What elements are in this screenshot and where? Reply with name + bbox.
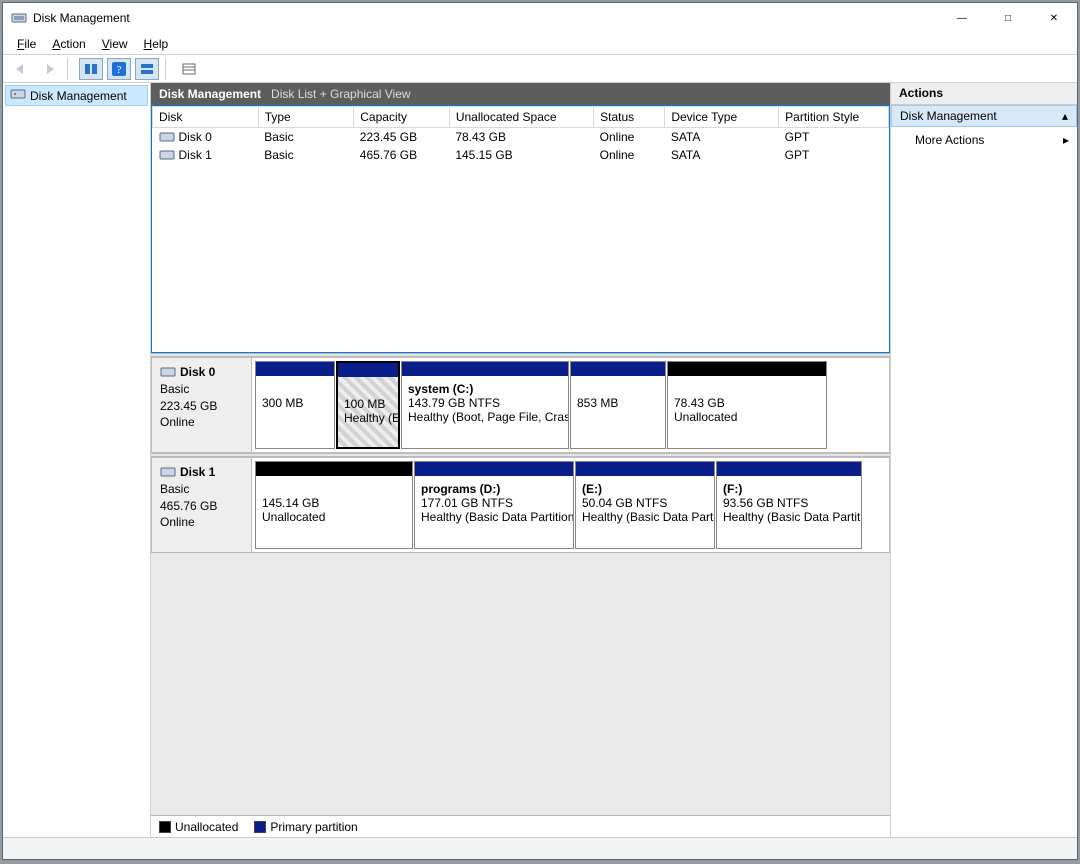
- disk-info[interactable]: Disk 1 Basic 465.76 GB Online: [152, 458, 252, 552]
- tree-icon: [10, 87, 26, 104]
- partition[interactable]: (E:)50.04 GB NTFSHealthy (Basic Data Par…: [575, 461, 715, 549]
- window: Disk Management — □ ✕ File Action View H…: [2, 2, 1078, 860]
- toolbar-separator: [67, 58, 73, 80]
- cell: 78.43 GB: [449, 128, 593, 147]
- partition[interactable]: 100 MBHealthy (EFI System Partition): [336, 361, 400, 449]
- toolbar-list-button[interactable]: [177, 58, 201, 80]
- menu-file[interactable]: File: [9, 35, 44, 53]
- back-button[interactable]: [9, 58, 33, 80]
- col-status[interactable]: Status: [594, 107, 665, 128]
- col-unalloc[interactable]: Unallocated Space: [449, 107, 593, 128]
- partition[interactable]: system (C:)143.79 GB NTFSHealthy (Boot, …: [401, 361, 569, 449]
- cell: Basic: [258, 146, 354, 164]
- disk-row[interactable]: Disk 0 Basic 223.45 GB 78.43 GB Online S…: [153, 128, 889, 147]
- col-partstyle[interactable]: Partition Style: [779, 107, 889, 128]
- cell: SATA: [665, 128, 779, 147]
- disk-info[interactable]: Disk 0 Basic 223.45 GB Online: [152, 358, 252, 452]
- tree-item-label: Disk Management: [30, 89, 127, 103]
- toolbar-help-button[interactable]: ?: [107, 58, 131, 80]
- legend-primary: Primary partition: [254, 820, 357, 834]
- menu-help[interactable]: Help: [136, 35, 177, 53]
- toolbar-view-button-2[interactable]: [135, 58, 159, 80]
- close-button[interactable]: ✕: [1031, 3, 1077, 33]
- cell: Online: [594, 128, 665, 147]
- cell-disk-name: Disk 1: [179, 148, 212, 162]
- graphical-view: Disk 0 Basic 223.45 GB Online 300 MB 100…: [151, 357, 890, 815]
- tree-pane: Disk Management: [3, 83, 151, 837]
- partition-strip: 300 MB 100 MBHealthy (EFI System Partiti…: [252, 358, 889, 452]
- cell: GPT: [779, 146, 889, 164]
- partition[interactable]: 853 MB: [570, 361, 666, 449]
- window-title: Disk Management: [33, 11, 130, 25]
- actions-pane: Actions Disk Management ▴ More Actions ▸: [891, 83, 1077, 837]
- partition-unallocated[interactable]: 145.14 GBUnallocated: [255, 461, 413, 549]
- center-title: Disk Management: [159, 87, 261, 101]
- toolbar-separator-2: [165, 58, 171, 80]
- app-icon: [11, 10, 27, 26]
- menubar: File Action View Help: [3, 33, 1077, 55]
- center-header: Disk Management Disk List + Graphical Vi…: [151, 83, 890, 105]
- chevron-up-icon: ▴: [1062, 109, 1068, 123]
- disk-list[interactable]: Disk Type Capacity Unallocated Space Sta…: [151, 105, 890, 353]
- cell-disk-name: Disk 0: [179, 130, 212, 144]
- cell: SATA: [665, 146, 779, 164]
- tree-item-disk-management[interactable]: Disk Management: [5, 85, 148, 106]
- svg-text:?: ?: [117, 64, 122, 76]
- col-devtype[interactable]: Device Type: [665, 107, 779, 128]
- cell: 223.45 GB: [354, 128, 450, 147]
- toolbar-view-button-1[interactable]: [79, 58, 103, 80]
- main-content: Disk Management Disk Management Disk Lis…: [3, 83, 1077, 837]
- disk-graph-row: Disk 1 Basic 465.76 GB Online 145.14 GBU…: [151, 457, 890, 553]
- column-header-row: Disk Type Capacity Unallocated Space Sta…: [153, 107, 889, 128]
- partition[interactable]: programs (D:)177.01 GB NTFSHealthy (Basi…: [414, 461, 574, 549]
- cell: Online: [594, 146, 665, 164]
- col-capacity[interactable]: Capacity: [354, 107, 450, 128]
- status-bar: [3, 837, 1077, 859]
- partition-strip: 145.14 GBUnallocated programs (D:)177.01…: [252, 458, 889, 552]
- titlebar: Disk Management — □ ✕: [3, 3, 1077, 33]
- partition[interactable]: (F:)93.56 GB NTFSHealthy (Basic Data Par…: [716, 461, 862, 549]
- cell: 145.15 GB: [449, 146, 593, 164]
- partition-unallocated[interactable]: 78.43 GBUnallocated: [667, 361, 827, 449]
- menu-action[interactable]: Action: [44, 35, 93, 53]
- disk-row[interactable]: Disk 1 Basic 465.76 GB 145.15 GB Online …: [153, 146, 889, 164]
- maximize-button[interactable]: □: [985, 3, 1031, 33]
- col-type[interactable]: Type: [258, 107, 354, 128]
- col-disk[interactable]: Disk: [153, 107, 259, 128]
- cell: GPT: [779, 128, 889, 147]
- partition[interactable]: 300 MB: [255, 361, 335, 449]
- disk-graph-row: Disk 0 Basic 223.45 GB Online 300 MB 100…: [151, 357, 890, 453]
- actions-header: Actions: [891, 83, 1077, 105]
- legend-unallocated: Unallocated: [159, 820, 238, 834]
- center-subtitle: Disk List + Graphical View: [271, 87, 411, 101]
- cell: Basic: [258, 128, 354, 147]
- menu-view[interactable]: View: [94, 35, 136, 53]
- cell: 465.76 GB: [354, 146, 450, 164]
- actions-group[interactable]: Disk Management ▴: [891, 105, 1077, 127]
- toolbar: ?: [3, 55, 1077, 83]
- forward-button[interactable]: [37, 58, 61, 80]
- actions-more[interactable]: More Actions ▸: [891, 127, 1077, 153]
- center-pane: Disk Management Disk List + Graphical Vi…: [151, 83, 891, 837]
- chevron-right-icon: ▸: [1063, 133, 1069, 147]
- minimize-button[interactable]: —: [939, 3, 985, 33]
- legend: Unallocated Primary partition: [151, 815, 890, 837]
